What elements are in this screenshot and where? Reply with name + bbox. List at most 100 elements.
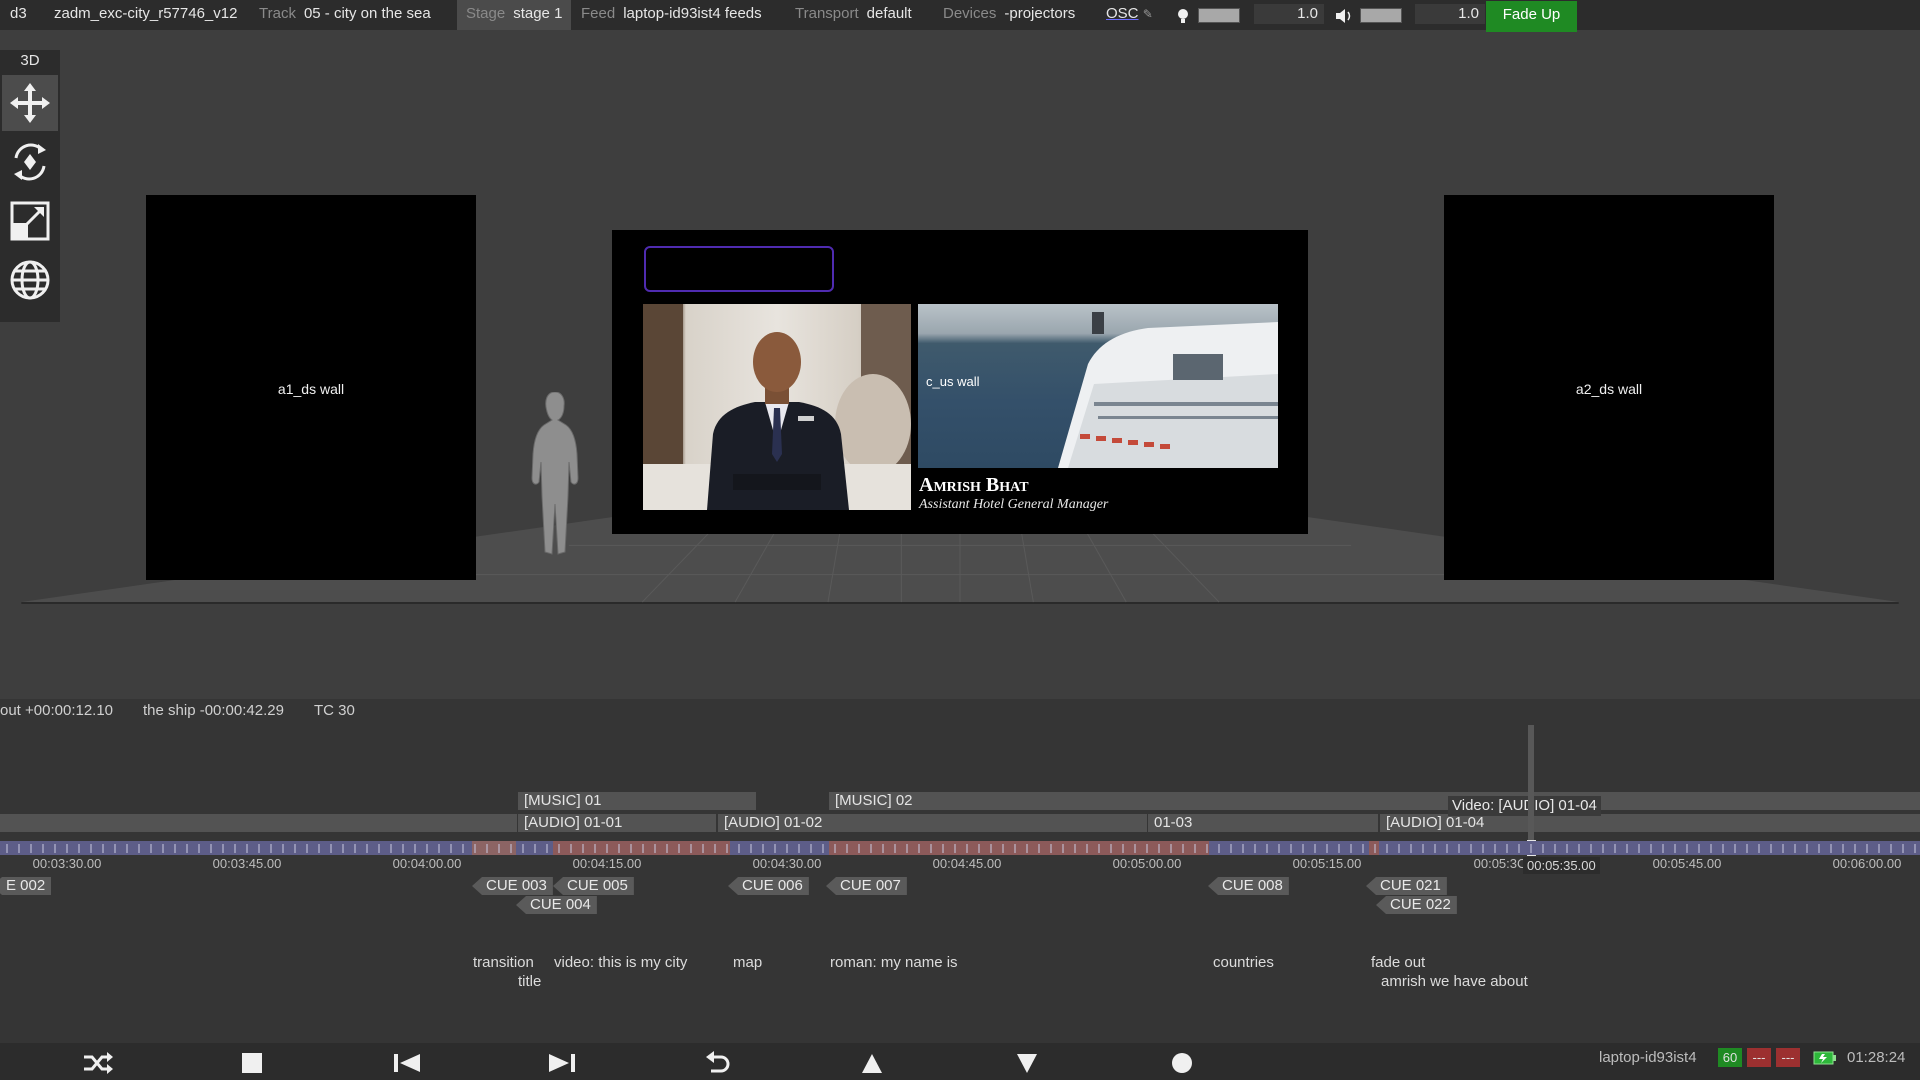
time-label: 00:03:30.00	[32, 856, 102, 871]
time-label: 00:04:00.00	[392, 856, 462, 871]
stop-icon	[242, 1053, 262, 1073]
audio-bar-01-04[interactable]: [AUDIO] 01-04	[1380, 814, 1920, 832]
transport-value: default	[866, 5, 912, 22]
up-button[interactable]	[852, 1049, 892, 1077]
music-bar-01[interactable]: [MUSIC] 01	[518, 792, 756, 810]
note-title: title	[518, 973, 542, 990]
header-out: out +00:00:12.10	[0, 702, 114, 719]
brightness-value[interactable]: 1.0	[1254, 4, 1324, 24]
cue-021[interactable]: CUE 021	[1366, 877, 1447, 895]
ship-image: c_us wall	[918, 304, 1278, 468]
audio-bar-01-01[interactable]: [AUDIO] 01-01	[518, 814, 716, 832]
osc-toggle[interactable]: OSC ✎	[1106, 0, 1153, 30]
time-label: 00:05:15.00	[1292, 856, 1362, 871]
center-screen[interactable]: c_us wall Amrish Bhat Assistant Hotel Ge…	[612, 230, 1308, 534]
feed-label: Feed	[581, 5, 616, 22]
clip-tooltip: Video: [AUDIO] 01-04	[1448, 796, 1601, 816]
cue-002[interactable]: E 002	[0, 877, 52, 895]
osc-edit-icon: ✎	[1142, 7, 1153, 21]
cue-022[interactable]: CUE 022	[1376, 896, 1457, 914]
machine-name: laptop-id93ist4	[1599, 1049, 1697, 1066]
audio-bar-01-02[interactable]: [AUDIO] 01-02	[718, 814, 1147, 832]
time-label: 00:06:00.00	[1832, 856, 1902, 871]
scale-tool[interactable]	[2, 193, 58, 249]
cue-004[interactable]: CUE 004	[516, 896, 597, 914]
view-mode-label[interactable]: 3D	[0, 50, 60, 72]
music-bar-02[interactable]: [MUSIC] 02	[829, 792, 1920, 810]
time-label: 00:04:45.00	[932, 856, 1002, 871]
note-transition: transition	[473, 954, 534, 971]
audio-bar-left[interactable]	[0, 814, 517, 832]
stage-selector[interactable]: Stage stage 1	[457, 0, 572, 30]
osc-label: OSC	[1106, 5, 1139, 22]
move-tool[interactable]	[2, 75, 58, 131]
right-screen-label: a2_ds wall	[1575, 381, 1643, 397]
cue-006[interactable]: CUE 006	[728, 877, 809, 895]
devices-value: -projectors	[1004, 5, 1076, 22]
rotate-tool[interactable]	[2, 134, 58, 190]
cue-007[interactable]: CUE 007	[826, 877, 907, 895]
status-indicator-1: ---	[1747, 1048, 1771, 1067]
audio-bar-01-03[interactable]: 01-03	[1148, 814, 1378, 832]
transport-selector[interactable]: Transport default	[795, 0, 912, 30]
transport-label: Transport	[795, 5, 859, 22]
timeline[interactable]	[0, 723, 1920, 1043]
record-icon	[1172, 1053, 1192, 1073]
playhead[interactable]	[1528, 725, 1534, 855]
stage-label: Stage	[466, 5, 506, 22]
person-silhouette-icon	[531, 392, 579, 555]
cue-008[interactable]: CUE 008	[1208, 877, 1289, 895]
time-label: 00:04:30.00	[752, 856, 822, 871]
battery-icon	[1813, 1051, 1837, 1070]
record-button[interactable]	[1162, 1049, 1202, 1077]
track-selector[interactable]: Track 05 - city on the sea	[259, 0, 431, 30]
previous-button[interactable]	[387, 1049, 427, 1077]
project-name[interactable]: zadm_exc-city_r57746_v12	[54, 5, 237, 22]
triangle-up-icon	[862, 1054, 882, 1073]
feed-selector[interactable]: Feed laptop-id93ist4 feeds	[581, 0, 762, 30]
timeline-ruler[interactable]	[0, 841, 1920, 855]
brightness-slider[interactable]	[1198, 8, 1240, 23]
skip-back-icon	[394, 1054, 420, 1072]
globe-tool[interactable]	[2, 252, 58, 308]
brightness-icon	[1176, 0, 1190, 30]
time-label: 00:04:15.00	[572, 856, 642, 871]
track-label: Track	[259, 5, 296, 22]
down-button[interactable]	[1007, 1049, 1047, 1077]
volume-slider[interactable]	[1360, 8, 1402, 23]
right-screen[interactable]: a2_ds wall	[1444, 195, 1774, 580]
scale-icon	[10, 201, 50, 241]
placeholder-frame	[644, 246, 834, 292]
return-button[interactable]	[698, 1049, 738, 1077]
header-tc: TC 30	[314, 702, 355, 719]
devices-selector[interactable]: Devices -projectors	[943, 0, 1075, 30]
rotate-icon	[14, 143, 46, 181]
triangle-down-icon	[1017, 1054, 1037, 1073]
tool-palette: 3D	[0, 50, 60, 322]
note-countries: countries	[1213, 954, 1274, 971]
stage-value: stage 1	[513, 5, 563, 22]
center-screen-label: c_us wall	[926, 374, 980, 389]
cue-003[interactable]: CUE 003	[472, 877, 553, 895]
skip-forward-icon	[549, 1054, 575, 1072]
3d-viewport[interactable]: a1_ds wall a2_ds wall c_us wall Amrish B…	[0, 0, 1920, 700]
fade-up-button[interactable]: Fade Up	[1486, 1, 1577, 32]
devices-label: Devices	[943, 5, 997, 22]
volume-value[interactable]: 1.0	[1415, 4, 1485, 24]
lower-third-title: Assistant Hotel General Manager	[919, 497, 1109, 512]
loop-icon	[84, 1052, 113, 1074]
cue-005[interactable]: CUE 005	[553, 877, 634, 895]
note-amrish: amrish we have about	[1381, 973, 1528, 990]
time-label: 00:05:45.00	[1652, 856, 1722, 871]
note-roman: roman: my name is	[830, 954, 958, 971]
stop-button[interactable]	[232, 1049, 272, 1077]
status-indicator-2: ---	[1776, 1048, 1800, 1067]
clock: 01:28:24	[1847, 1049, 1906, 1066]
return-icon	[706, 1051, 730, 1073]
header-ship: the ship -00:00:42.29	[143, 702, 284, 719]
note-map: map	[733, 954, 763, 971]
next-button[interactable]	[542, 1049, 582, 1077]
time-label: 00:05:3C	[1473, 856, 1527, 871]
left-screen[interactable]: a1_ds wall	[146, 195, 476, 580]
loop-button[interactable]	[77, 1049, 117, 1077]
